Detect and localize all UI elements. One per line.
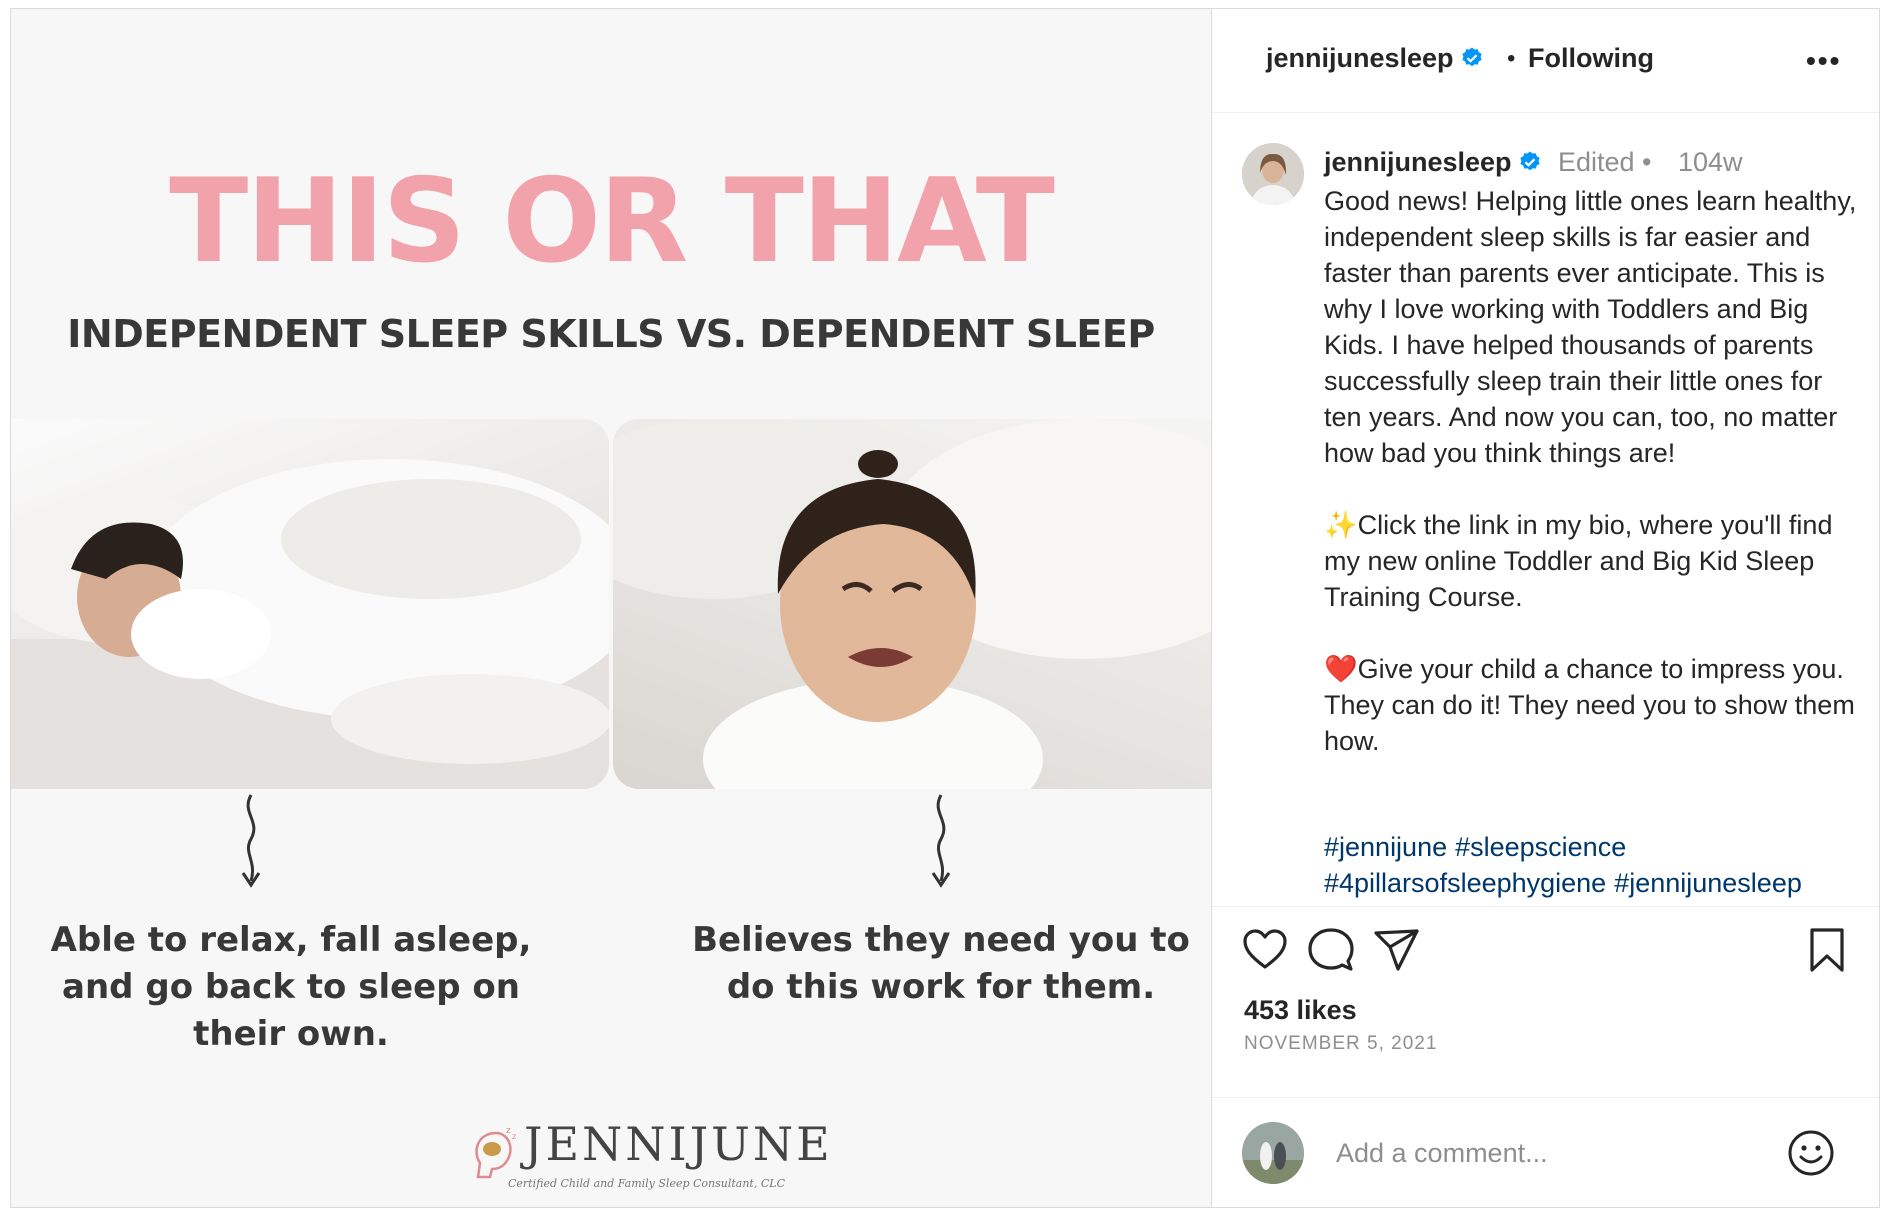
post-timestamp[interactable]: 104w — [1678, 147, 1743, 178]
post-sidebar: jennijunesleep • Following ••• jennijune… — [1211, 9, 1879, 1207]
post-date: NOVEMBER 5, 2021 — [1244, 1033, 1438, 1054]
hashtag-list: #jennijune #sleepscience #4pillarsofsleep… — [1324, 829, 1864, 901]
jennijune-logo: z z JENNIJUNE Certified Child and Family… — [466, 1119, 830, 1191]
crying-child-photo — [613, 419, 1211, 789]
post-image[interactable]: THIS OR THAT INDEPENDENT SLEEP SKILLS VS… — [11, 9, 1211, 1207]
author-avatar[interactable] — [1242, 143, 1304, 205]
squiggle-arrow-left-icon — [241, 794, 261, 888]
svg-text:z: z — [512, 1132, 516, 1141]
post-header: jennijunesleep • Following ••• — [1212, 9, 1879, 113]
hashtag-link[interactable]: #4pillarsofsleephygiene — [1324, 868, 1606, 898]
verified-badge-icon — [1461, 47, 1482, 67]
hashtag-link[interactable]: #sleepscience — [1455, 832, 1626, 862]
current-user-avatar[interactable] — [1242, 1122, 1304, 1184]
likes-count[interactable]: 453 likes — [1244, 995, 1357, 1026]
smiley-icon[interactable] — [1786, 1128, 1836, 1178]
caption-text: Good news! Helping little ones learn hea… — [1324, 186, 1857, 756]
squiggle-arrow-right-icon — [931, 794, 951, 888]
more-options-icon[interactable]: ••• — [1806, 45, 1841, 77]
verified-badge-icon — [1519, 151, 1540, 171]
post-actions-bar — [1212, 919, 1879, 989]
header-username-link[interactable]: jennijunesleep — [1266, 43, 1484, 74]
edited-label: Edited • — [1558, 147, 1652, 177]
left-comparison-caption: Able to relax, fall asleep, and go back … — [50, 920, 532, 1054]
paper-plane-icon[interactable] — [1372, 925, 1422, 975]
comment-input[interactable] — [1334, 1128, 1758, 1178]
right-comparison-caption: Believes they need you to do this work f… — [692, 920, 1190, 1007]
post-caption-area: jennijunesleep Edited • 104w Good news! … — [1212, 113, 1879, 907]
caption-author-username[interactable]: jennijunesleep — [1324, 147, 1512, 177]
instagram-post-frame: THIS OR THAT INDEPENDENT SLEEP SKILLS VS… — [10, 8, 1880, 1208]
add-comment-bar — [1212, 1097, 1879, 1207]
caption-author-username-link[interactable]: jennijunesleep — [1324, 147, 1542, 178]
post-image-title: THIS OR THAT — [169, 154, 1055, 289]
logo-tagline: Certified Child and Family Sleep Consult… — [508, 1177, 785, 1190]
logo-wordmark: JENNIJUNE — [524, 1117, 833, 1171]
bookmark-icon[interactable] — [1802, 925, 1852, 975]
svg-text:z: z — [506, 1126, 511, 1136]
heart-icon[interactable] — [1240, 925, 1290, 975]
following-button[interactable]: Following — [1528, 43, 1654, 74]
sleeping-head-logo-icon: z z — [475, 1126, 516, 1179]
header-separator: • — [1507, 45, 1516, 72]
post-image-subtitle: INDEPENDENT SLEEP SKILLS VS. DEPENDENT S… — [67, 312, 1155, 356]
hashtag-link[interactable]: #jennijune — [1324, 832, 1447, 862]
header-username[interactable]: jennijunesleep — [1266, 43, 1454, 73]
hashtag-link[interactable]: #jennijunesleep — [1614, 868, 1802, 898]
sleeping-child-photo — [11, 419, 609, 789]
comment-bubble-icon[interactable] — [1306, 925, 1356, 975]
